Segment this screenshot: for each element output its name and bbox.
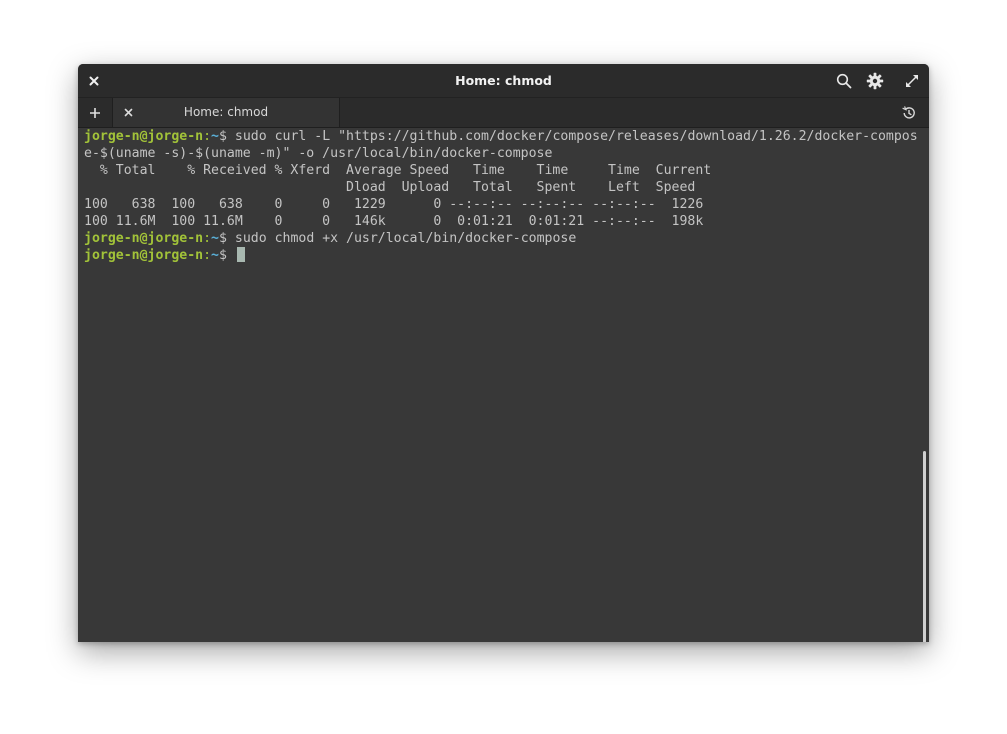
terminal-area[interactable]: jorge-n@jorge-n:~$ sudo curl -L "https:/…: [78, 128, 929, 642]
prompt-user: jorge-n@jorge-n: [84, 129, 204, 144]
tab-bar: Home: chmod: [78, 98, 929, 128]
prompt-directory: ~: [211, 231, 219, 246]
tab-home-chmod[interactable]: Home: chmod: [113, 98, 340, 127]
command-text: sudo curl -L "https://github.com/docker/…: [234, 129, 918, 144]
prompt-separator: :: [203, 248, 212, 263]
new-tab-button[interactable]: [78, 98, 113, 127]
text-cursor: [236, 247, 245, 262]
prompt-directory: ~: [211, 248, 219, 263]
search-icon: [836, 73, 852, 89]
prompt-symbol: $: [219, 129, 235, 144]
prompt-line: jorge-n@jorge-n:~$: [84, 247, 918, 264]
prompt-symbol: $: [219, 248, 235, 263]
prompt-symbol: $: [219, 231, 235, 246]
close-icon: [124, 108, 132, 116]
command-text: sudo chmod +x /usr/local/bin/docker-comp…: [234, 231, 577, 246]
output-line: e-$(uname -s)-$(uname -m)" -o /usr/local…: [84, 146, 553, 161]
tab-label: Home: chmod: [183, 105, 269, 119]
output-line: 100 638 100 638 0 0 1229 0 --:--:-- --:-…: [84, 197, 704, 212]
title-bar[interactable]: Home: chmod: [78, 64, 929, 98]
prompt-user: jorge-n@jorge-n: [84, 248, 204, 263]
settings-button[interactable]: [865, 71, 885, 91]
terminal-window: Home: chmod Home: chmod jorge-n@jorge-n:…: [78, 64, 929, 642]
prompt-separator: :: [203, 231, 212, 246]
output-line: Dload Upload Total Spent Left Speed: [84, 180, 696, 195]
tab-close-button[interactable]: [119, 103, 137, 121]
prompt-line: jorge-n@jorge-n:~$ sudo curl -L "https:/…: [84, 128, 918, 145]
search-button[interactable]: [834, 71, 854, 91]
gear-icon: [866, 72, 884, 90]
output-line: 100 11.6M 100 11.6M 0 0 146k 0 0:01:21 0…: [84, 214, 704, 229]
window-title: Home: chmod: [455, 73, 552, 88]
prompt-separator: :: [203, 129, 212, 144]
maximize-button[interactable]: [902, 71, 922, 91]
plus-icon: [90, 107, 100, 118]
scrollbar[interactable]: [923, 451, 926, 642]
history-button[interactable]: [899, 103, 919, 123]
maximize-icon: [906, 75, 918, 87]
prompt-line: jorge-n@jorge-n:~$ sudo chmod +x /usr/lo…: [84, 230, 918, 247]
terminal-output: jorge-n@jorge-n:~$ sudo curl -L "https:/…: [84, 128, 918, 264]
prompt-directory: ~: [211, 129, 219, 144]
history-icon: [902, 106, 915, 119]
output-line: % Total % Received % Xferd Average Speed…: [84, 163, 712, 178]
prompt-user: jorge-n@jorge-n: [84, 231, 204, 246]
